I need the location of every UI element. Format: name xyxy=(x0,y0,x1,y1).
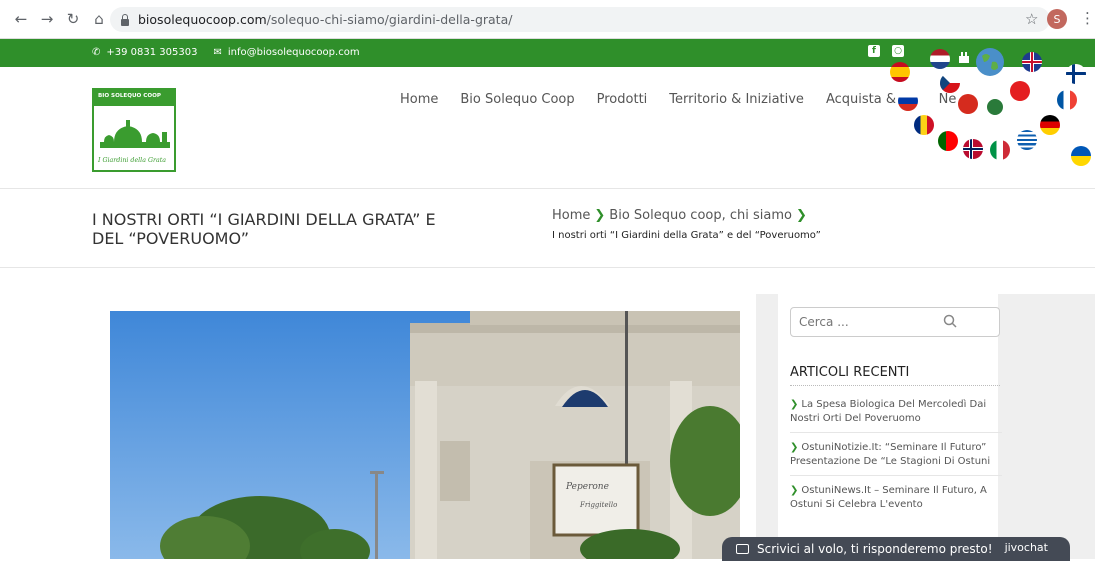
chevron-right-icon: ❯ xyxy=(790,442,799,453)
site-logo[interactable]: BIO SOLEQUO COOP I Giardini della Grata xyxy=(92,88,176,172)
recent-article-link[interactable]: OstuniNotizie.It: “Seminare Il Futuro” P… xyxy=(790,442,990,467)
phone-number[interactable]: +39 0831 305303 xyxy=(106,47,197,58)
breadcrumb-section[interactable]: Bio Solequo coop, chi siamo xyxy=(609,208,792,223)
list-item[interactable]: ❯ La Spesa Biologica Del Mercoledì Dai No… xyxy=(790,398,1002,433)
browser-toolbar: ← → ↻ ⌂ biosolequocoop.com /solequo-chi-… xyxy=(0,0,1095,39)
instagram-icon[interactable]: ○ xyxy=(892,45,904,57)
domes-icon xyxy=(100,120,170,148)
sidebar: ARTICOLI RECENTI ❯La Spesa Biologica Del… xyxy=(756,294,1095,559)
recent-article-link[interactable]: OstuniNews.It – Seminare Il Futuro, A Os… xyxy=(790,485,987,510)
facebook-icon[interactable]: f xyxy=(868,45,880,57)
flag-greece-icon[interactable] xyxy=(1017,130,1037,150)
logo-band-text: BIO SOLEQUO COOP xyxy=(94,90,174,106)
recent-articles-title: ARTICOLI RECENTI xyxy=(790,365,910,380)
flag-spain-icon[interactable] xyxy=(890,62,910,82)
forward-icon[interactable]: → xyxy=(36,8,58,30)
breadcrumb-current: I nostri orti “I Giardini della Grata” e… xyxy=(552,230,821,241)
back-icon[interactable]: ← xyxy=(10,8,32,30)
breadcrumb: Home ❯ Bio Solequo coop, chi siamo ❯ xyxy=(552,208,811,223)
globe-icon[interactable] xyxy=(976,48,1004,76)
url-host: biosolequocoop.com xyxy=(138,12,267,27)
menu-item-home[interactable]: Home xyxy=(400,92,438,107)
flag-finland-icon[interactable] xyxy=(1066,64,1086,84)
menu-item-bio-solequo-coop[interactable]: Bio Solequo Coop xyxy=(460,92,574,107)
main-menu: Home Bio Solequo Coop Prodotti Territori… xyxy=(400,92,978,107)
recent-articles-list: ❯ La Spesa Biologica Del Mercoledì Dai No… xyxy=(790,398,1002,526)
chevron-right-icon: ❯ xyxy=(790,485,799,496)
search-input[interactable] xyxy=(799,308,949,336)
flag-romania-icon[interactable] xyxy=(914,115,934,135)
flag-germany-icon[interactable] xyxy=(1040,115,1060,135)
flag-red-icon[interactable] xyxy=(958,94,978,114)
recent-article-link[interactable]: La Spesa Biologica Del Mercoledì Dai Nos… xyxy=(790,399,986,424)
flag-ukraine-icon[interactable] xyxy=(1071,146,1091,166)
chat-brand: jivochat xyxy=(1004,541,1048,554)
svg-text:Peperone: Peperone xyxy=(565,482,609,492)
profile-avatar[interactable]: S xyxy=(1047,9,1067,29)
flag-albania-icon[interactable] xyxy=(1010,81,1030,101)
bookmark-star-icon[interactable]: ☆ xyxy=(1025,10,1038,28)
featured-image: Peperone Friggitello xyxy=(110,311,740,559)
chevron-right-icon: ❯ xyxy=(790,399,799,410)
lock-icon xyxy=(120,13,130,26)
youtube-icon[interactable] xyxy=(957,49,971,63)
address-bar[interactable]: biosolequocoop.com /solequo-chi-siamo/gi… xyxy=(110,7,1050,32)
url-path: /solequo-chi-siamo/giardini-della-grata/ xyxy=(266,12,513,27)
chat-label[interactable]: Scrivici al volo, ti risponderemo presto… xyxy=(757,542,993,556)
flag-italy-icon[interactable] xyxy=(990,140,1010,160)
logo-script-text: I Giardini della Grata xyxy=(98,157,167,164)
search-box xyxy=(790,307,1000,337)
flag-uk-icon[interactable] xyxy=(1022,52,1042,72)
menu-item-territorio[interactable]: Territorio & Iniziative xyxy=(669,92,804,107)
chevron-right-icon: ❯ xyxy=(795,208,807,223)
phone-icon: ✆ xyxy=(92,47,101,58)
flag-arabic-icon[interactable] xyxy=(985,97,1005,117)
menu-item-prodotti[interactable]: Prodotti xyxy=(597,92,648,107)
list-item[interactable]: ❯ OstuniNotizie.It: “Seminare Il Futuro” … xyxy=(790,441,1002,476)
list-item[interactable]: ❯ OstuniNews.It – Seminare Il Futuro, A O… xyxy=(790,484,1002,518)
breadcrumb-home[interactable]: Home xyxy=(552,208,590,223)
browser-menu-icon[interactable]: ⋮ xyxy=(1080,9,1095,27)
home-icon[interactable]: ⌂ xyxy=(88,8,110,30)
email-address[interactable]: info@biosolequocoop.com xyxy=(228,47,360,58)
menu-item-news[interactable]: Ne xyxy=(939,92,957,107)
page-title-bar: I NOSTRI ORTI “I GIARDINI DELLA GRATA” E… xyxy=(0,189,1095,268)
reload-icon[interactable]: ↻ xyxy=(62,8,84,30)
mail-icon: ✉ xyxy=(213,47,222,58)
page-title: I NOSTRI ORTI “I GIARDINI DELLA GRATA” E… xyxy=(92,210,436,248)
flag-france-icon[interactable] xyxy=(1057,90,1077,110)
flag-portugal-icon[interactable] xyxy=(938,131,958,151)
chat-bubble-icon xyxy=(736,544,749,554)
flag-norway-icon[interactable] xyxy=(963,139,983,159)
svg-text:Friggitello: Friggitello xyxy=(579,501,617,509)
flag-netherlands-icon[interactable] xyxy=(930,49,950,69)
flag-czech-icon[interactable] xyxy=(940,73,960,93)
divider xyxy=(790,385,1000,386)
chat-widget[interactable]: Scrivici al volo, ti risponderemo presto… xyxy=(722,537,1070,561)
search-icon[interactable] xyxy=(943,314,957,328)
chevron-right-icon: ❯ xyxy=(594,208,606,223)
flag-russia-icon[interactable] xyxy=(898,91,918,111)
